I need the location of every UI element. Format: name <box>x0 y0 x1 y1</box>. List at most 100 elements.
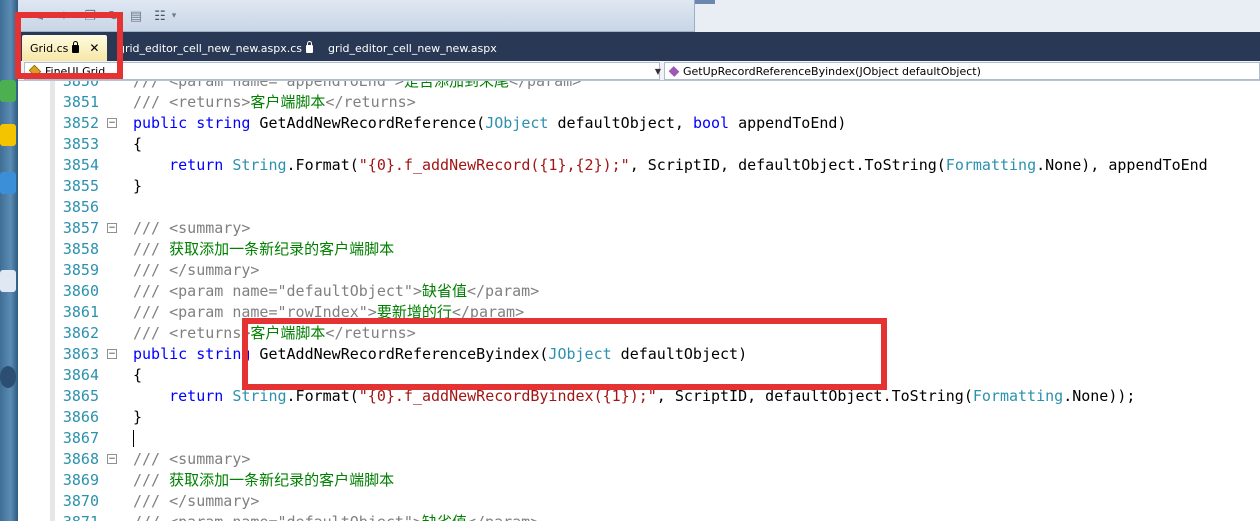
line-number: 3856 <box>62 198 99 216</box>
line-number: 3868 <box>62 450 99 468</box>
code-token: GetAddNewRecordReference( <box>250 114 486 132</box>
code-token: String <box>232 156 287 174</box>
code-text: /// <param name="defaultObject">缺省值</par… <box>133 512 539 521</box>
collapse-icon[interactable]: − <box>107 349 117 359</box>
collapse-icon[interactable]: − <box>107 118 117 128</box>
line-number: 3865 <box>62 387 99 405</box>
code-token: { <box>133 366 143 384</box>
line-number: 3869 <box>62 471 99 489</box>
code-text: /// <param name="appendToEnd">是否添加到末尾</p… <box>133 81 581 92</box>
code-token: 缺省值 <box>421 282 467 300</box>
taskbar-app-icon[interactable] <box>0 366 16 388</box>
code-text: /// 获取添加一条新纪录的客户端脚本 <box>133 470 394 491</box>
line-number: 3850 <box>62 81 99 90</box>
code-line[interactable]: 3858 /// 获取添加一条新纪录的客户端脚本 <box>18 239 1260 260</box>
chevron-down-icon[interactable]: ▼ <box>654 62 662 80</box>
code-text: /// 获取添加一条新纪录的客户端脚本 <box>133 239 394 260</box>
taskbar-app-icon[interactable] <box>0 80 16 102</box>
code-token: appendToEnd) <box>729 114 847 132</box>
code-line[interactable]: 3869 /// 获取添加一条新纪录的客户端脚本 <box>18 470 1260 491</box>
code-line[interactable]: 3852− public string GetAddNewRecordRefere… <box>18 113 1260 134</box>
code-line[interactable]: 3855} <box>18 176 1260 197</box>
code-token: 缺省值 <box>422 513 467 521</box>
line-number: 3852 <box>62 114 99 132</box>
tab-grid-editor-cell-new-new-aspx[interactable]: grid_editor_cell_new_new.aspx <box>320 35 505 61</box>
tab-label: grid_editor_cell_new_new.aspx <box>328 41 497 55</box>
code-text: { <box>133 134 142 155</box>
document-tab-strip: Grid.cs ✕ grid_editor_cell_new_new.aspx.… <box>18 32 1260 61</box>
properties-icon[interactable]: ☷ <box>150 6 170 26</box>
code-line[interactable]: 3868− /// <summary> <box>18 449 1260 470</box>
code-token: .None), appendToEnd <box>1036 156 1208 174</box>
code-token: return <box>169 387 224 405</box>
line-number: 3853 <box>62 135 99 153</box>
navigation-bar: FineUI.Grid ▼ GetUpRecordReferenceByinde… <box>18 61 1260 81</box>
code-token: bool <box>692 114 730 132</box>
line-number: 3859 <box>62 261 99 279</box>
code-token: "{0}.f_addNewRecord({1},{2});" <box>358 156 630 174</box>
code-text: /// <summary> <box>133 218 250 239</box>
code-token: 获取添加一条新纪录的客户端脚本 <box>169 240 395 258</box>
collapse-icon[interactable]: − <box>107 223 117 233</box>
code-line[interactable]: 3860 /// <param name="defaultObject">缺省值<… <box>18 281 1260 302</box>
code-line[interactable]: 3870 /// </summary> <box>18 491 1260 512</box>
code-line[interactable]: 3854 return String.Format("{0}.f_addNewR… <box>18 155 1260 176</box>
taskbar-app-icon[interactable] <box>0 124 16 146</box>
collapse-icon[interactable]: − <box>107 454 117 464</box>
code-token: </param> <box>508 81 582 90</box>
code-text: return String.Format("{0}.f_addNewRecord… <box>133 155 1208 176</box>
code-token: public <box>133 345 188 363</box>
code-text: /// <summary> <box>133 449 250 470</box>
code-line[interactable]: 3853 { <box>18 134 1260 155</box>
code-text: public string GetAddNewRecordReference(J… <box>133 113 846 134</box>
code-line[interactable]: 3857− /// <summary> <box>18 218 1260 239</box>
toolbar-overflow-icon[interactable]: ▾ <box>168 6 180 26</box>
code-token: /// <summary> <box>133 219 251 237</box>
text-cursor <box>133 430 134 447</box>
line-number: 3866 <box>62 408 99 426</box>
code-text: /// <param name="defaultObject">缺省值</par… <box>133 281 539 302</box>
code-line[interactable]: 3856 <box>18 197 1260 218</box>
line-number: 3871 <box>18 512 99 521</box>
line-number: 3867 <box>62 429 99 447</box>
code-token: Formatting <box>945 156 1037 174</box>
code-token: /// </summary> <box>133 492 260 510</box>
line-number: 3860 <box>62 282 99 300</box>
code-token: /// <returns> <box>133 93 251 111</box>
code-token: JObject <box>485 114 549 132</box>
code-line[interactable]: 3851 /// <returns>客户端脚本</returns> <box>18 92 1260 113</box>
line-number: 3861 <box>62 303 99 321</box>
code-token: string <box>196 114 251 132</box>
code-line[interactable]: 3859 /// </summary> <box>18 260 1260 281</box>
code-text: } <box>133 176 142 197</box>
code-text: { <box>133 365 142 386</box>
tab-grid-editor-cell-new-new-aspx-cs[interactable]: grid_editor_cell_new_new.aspx.cs <box>110 35 321 61</box>
code-token: /// <param name="defaultObject"> <box>133 282 422 300</box>
taskbar-app-icon[interactable] <box>0 270 16 292</box>
code-token: </param> <box>467 513 539 521</box>
code-line[interactable]: 3866} <box>18 407 1260 428</box>
line-number: 3855 <box>62 177 99 195</box>
code-token: .None)); <box>1063 387 1136 405</box>
code-token: , ScriptID, defaultObject.ToString( <box>629 156 946 174</box>
toolbar-right-panel <box>694 0 1260 32</box>
code-token: /// <box>133 471 170 489</box>
code-token: </param> <box>467 282 540 300</box>
taskbar-app-icon[interactable] <box>0 172 16 194</box>
paste-icon[interactable]: ▤ <box>126 6 146 26</box>
code-editor[interactable]: 3850 /// <param name="appendToEnd">是否添加到末… <box>18 81 1260 521</box>
code-line[interactable]: 3850 /// <param name="appendToEnd">是否添加到末… <box>18 81 1260 92</box>
code-token: } <box>133 177 143 195</box>
line-number: 3863 <box>62 345 99 363</box>
member-selector[interactable]: GetUpRecordReferenceByindex(JObject defa… <box>664 62 1260 80</box>
code-line[interactable]: 3867 <box>18 428 1260 449</box>
line-number: 3851 <box>62 93 99 111</box>
code-token: { <box>133 135 143 153</box>
highlight-box-tab <box>15 12 123 79</box>
code-token: 获取添加一条新纪录的客户端脚本 <box>169 471 395 489</box>
code-line[interactable]: 3871 /// <param name="defaultObject">缺省值<… <box>18 512 1260 521</box>
